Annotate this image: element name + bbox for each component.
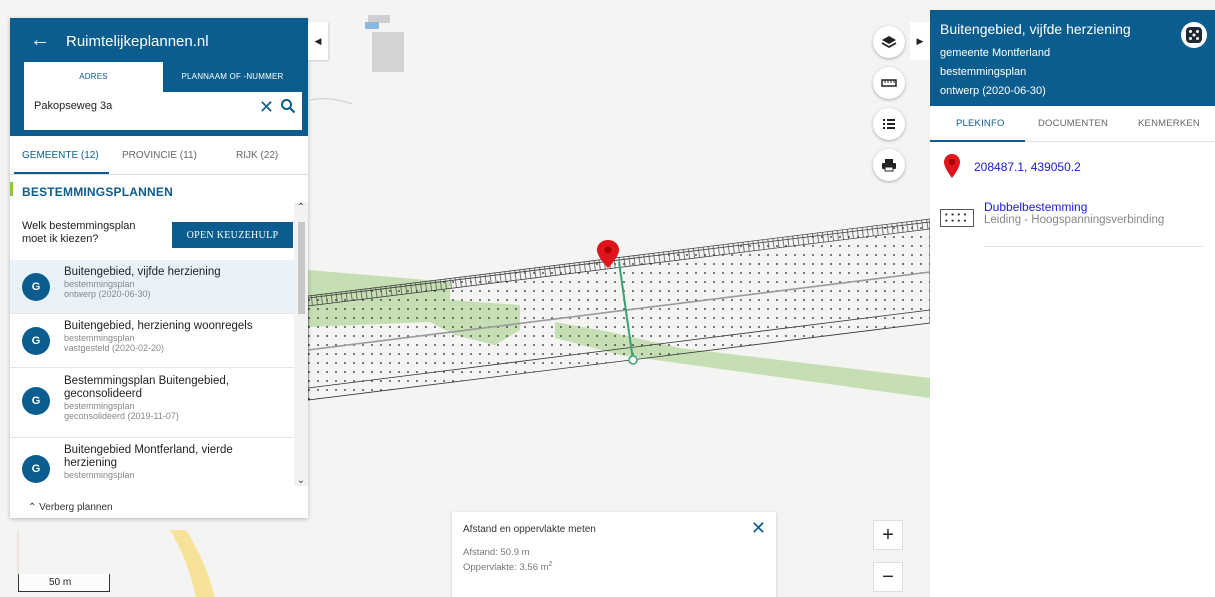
scope-tabs: GEMEENTE (12) PROVINCIE (11) RIJK (22): [10, 146, 308, 174]
plan-list-scrollbar[interactable]: ⌃ ⌄: [294, 202, 308, 486]
scroll-thumb[interactable]: [298, 222, 305, 314]
divider: [10, 174, 308, 175]
printer-icon: [882, 159, 896, 172]
plan-name: Buitengebied, herziening woonregels: [64, 320, 253, 332]
measure-area: Oppervlakte: 3.56 m2: [463, 561, 552, 573]
plan-name: Buitengebied Montferland, vierde herzien…: [64, 444, 233, 469]
measure-area-label: Oppervlakte: 3.56 m: [463, 562, 549, 574]
road: [170, 530, 215, 597]
plan-status: geconsolideerd (2019-11-07): [64, 411, 179, 421]
plan-municipality: gemeente Montferland: [940, 47, 1051, 59]
ruler-button[interactable]: [873, 67, 905, 99]
avatar: G: [22, 273, 50, 301]
zoom-out-button[interactable]: −: [873, 562, 903, 592]
plan-title: Buitengebied, vijfde herziening: [940, 21, 1131, 37]
plan-status: vastgesteld (2020-02-20): [64, 343, 165, 353]
tab-provincie[interactable]: PROVINCIE (11): [122, 146, 197, 165]
avatar: G: [22, 327, 50, 355]
right-panel: Buitengebied, vijfde herziening gemeente…: [930, 10, 1215, 597]
clear-icon[interactable]: ✕: [259, 98, 274, 116]
plan-item[interactable]: G Buitengebied, herziening woonregels be…: [10, 314, 294, 368]
plan-name: Buitengebied, vijfde herziening: [64, 266, 221, 278]
right-panel-header: Buitengebied, vijfde herziening gemeente…: [930, 10, 1215, 106]
avatar: G: [22, 387, 50, 415]
road-edge: [309, 98, 353, 105]
ruler-icon: [881, 79, 897, 87]
tab-gemeente[interactable]: GEMEENTE (12): [22, 146, 99, 165]
plan-item[interactable]: G Buitengebied Montferland, vierde herzi…: [10, 438, 294, 486]
building: [368, 15, 390, 23]
search-icon[interactable]: [280, 98, 296, 119]
divider: [984, 246, 1204, 247]
building: [365, 22, 379, 29]
measure-endpoint: [628, 355, 638, 365]
measure-panel: Afstand en oppervlakte meten ✕ Afstand: …: [452, 512, 776, 597]
chevron-up-icon: ⌃: [28, 502, 37, 513]
dice-icon[interactable]: [1181, 22, 1207, 48]
section-marker: [10, 182, 13, 196]
measure-distance: Afstand: 50.9 m: [463, 547, 530, 558]
chooser-question: Welk bestemmingsplan moet ik kiezen?: [22, 220, 136, 245]
measure-title: Afstand en oppervlakte meten: [463, 524, 596, 535]
layers-button[interactable]: [873, 26, 905, 58]
plan-item[interactable]: G Buitengebied, vijfde herziening bestem…: [10, 260, 294, 314]
left-panel-header: ← Ruimtelijkeplannen.nl ADRES PLANNAAM O…: [10, 18, 308, 136]
plan-status: ontwerp (2020-06-30): [940, 85, 1046, 97]
plan-item[interactable]: G Bestemmingsplan Buitengebied, geconsol…: [10, 368, 294, 438]
close-icon[interactable]: ✕: [751, 518, 766, 539]
dubbelbestemming-swatch: [940, 209, 974, 227]
info-tabs: PLEKINFO DOCUMENTEN KENMERKEN: [930, 106, 1215, 142]
plan-type: bestemmingsplan: [64, 279, 135, 289]
search-card: ADRES PLANNAAM OF -NUMMER ✕: [24, 62, 302, 130]
plan-type: bestemmingsplan: [940, 66, 1027, 78]
location-pin-icon: [944, 154, 960, 183]
search-input[interactable]: [34, 100, 234, 112]
tab-adres[interactable]: ADRES: [24, 62, 163, 92]
collapse-right-panel-button[interactable]: ▶: [910, 22, 930, 60]
plan-name: Bestemmingsplan Buitengebied, geconsolid…: [64, 375, 229, 400]
tab-planname[interactable]: PLANNAAM OF -NUMMER: [163, 62, 302, 92]
plan-status: ontwerp (2020-06-30): [64, 289, 151, 299]
hide-plans-label: Verberg plannen: [39, 502, 113, 513]
chevron-down-icon[interactable]: ⌄: [294, 475, 308, 486]
tab-kenmerken[interactable]: KENMERKEN: [1138, 118, 1200, 129]
building: [372, 32, 404, 72]
left-panel: ← Ruimtelijkeplannen.nl ADRES PLANNAAM O…: [10, 18, 308, 518]
back-arrow-icon[interactable]: ←: [30, 30, 50, 50]
plan-type: bestemmingsplan: [64, 470, 135, 480]
section-heading: BESTEMMINGSPLANNEN: [22, 185, 173, 199]
open-keuzehulp-button[interactable]: OPEN KEUZEHULP: [172, 222, 293, 248]
avatar: G: [22, 455, 50, 483]
coordinates-link[interactable]: 208487.1, 439050.2: [974, 160, 1081, 174]
tab-documenten[interactable]: DOCUMENTEN: [1038, 118, 1108, 129]
collapse-left-panel-button[interactable]: ◀: [308, 22, 328, 60]
plan-type: bestemmingsplan: [64, 401, 135, 411]
plan-type: bestemmingsplan: [64, 333, 135, 343]
list-icon: [883, 119, 895, 129]
tab-rijk[interactable]: RIJK (22): [236, 146, 278, 165]
scale-label: 50 m: [49, 577, 72, 588]
measure-area-exponent: 2: [548, 561, 553, 568]
zoom-in-button[interactable]: +: [873, 520, 903, 550]
designation-link[interactable]: Dubbelbestemming: [984, 200, 1087, 214]
legend-button[interactable]: [873, 108, 905, 140]
active-tab-indicator: [930, 140, 1025, 142]
designation-subtitle: Leiding - Hoogspanningsverbinding: [984, 214, 1165, 226]
app-title: Ruimtelijkeplannen.nl: [66, 33, 209, 50]
layers-icon: [881, 36, 897, 49]
hide-plans-toggle[interactable]: ⌃ Verberg plannen: [28, 502, 113, 513]
plan-list: G Buitengebied, vijfde herziening bestem…: [10, 260, 294, 486]
scale-bar: 50 m: [18, 574, 110, 592]
chevron-up-icon[interactable]: ⌃: [294, 202, 308, 213]
tab-plekinfo[interactable]: PLEKINFO: [956, 118, 1005, 129]
print-button[interactable]: [873, 149, 905, 181]
